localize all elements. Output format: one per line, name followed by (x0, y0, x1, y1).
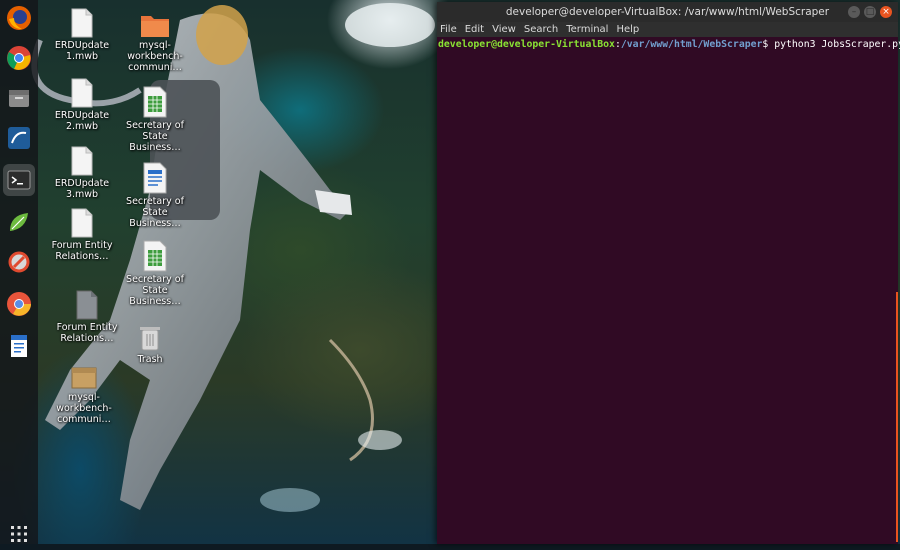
prompt-symbol: $ (762, 39, 775, 50)
menu-edit[interactable]: Edit (465, 22, 484, 37)
minimize-button[interactable]: – (848, 6, 860, 18)
spreadsheet-icon (143, 86, 167, 118)
desktop-file-icon[interactable]: Forum Entity Relations… (49, 208, 115, 262)
spreadsheet-icon (143, 240, 167, 272)
desktop-icon-label: mysql-workbench-communi… (56, 392, 112, 425)
desktop-file-icon[interactable]: mysql-workbench-communi… (51, 364, 117, 425)
writer-icon[interactable] (3, 330, 35, 362)
package-icon (71, 367, 97, 389)
ubuntu-dock (0, 0, 38, 544)
window-title: developer@developer-VirtualBox: /var/www… (505, 6, 830, 18)
menu-terminal[interactable]: Terminal (566, 22, 608, 37)
menu-search[interactable]: Search (524, 22, 558, 37)
desktop-icon-label: ERDUpdate 1.mwb (54, 40, 110, 62)
folder-icon (141, 16, 169, 37)
desktop-file-icon[interactable]: ERDUpdate 1.mwb (49, 8, 115, 62)
desktop-file-icon[interactable]: Secretary of State Business… (122, 240, 188, 307)
terminal-window[interactable]: developer@developer-VirtualBox: /var/www… (437, 2, 900, 544)
text-document-icon (143, 162, 167, 194)
mysql-workbench-icon[interactable] (3, 122, 35, 154)
files-icon[interactable] (3, 82, 35, 114)
firefox-icon[interactable] (3, 2, 35, 34)
desktop-trash-icon[interactable]: Trash (117, 324, 183, 365)
show-applications-icon[interactable] (3, 518, 35, 550)
trash-icon (140, 327, 160, 351)
terminal-output[interactable]: developer@developer-VirtualBox:/var/www/… (437, 37, 900, 544)
desktop-icon-label: Secretary of State Business… (126, 120, 184, 153)
terminal-menubar: File Edit View Search Terminal Help (437, 22, 898, 37)
window-controls: – □ × (848, 6, 892, 18)
desktop-icon-label: Forum Entity Relations… (51, 240, 113, 262)
desktop-icon-label: Forum Entity Relations… (56, 322, 118, 344)
desktop-file-icon[interactable]: ERDUpdate 2.mwb (49, 78, 115, 132)
desktop-icon-label: ERDUpdate 2.mwb (54, 110, 110, 132)
maximize-button[interactable]: □ (864, 6, 876, 18)
menu-file[interactable]: File (440, 22, 457, 37)
menu-help[interactable]: Help (616, 22, 639, 37)
chromium-icon[interactable] (3, 288, 35, 320)
menu-view[interactable]: View (492, 22, 516, 37)
desktop-icon-label: Secretary of State Business… (126, 274, 184, 307)
close-button[interactable]: × (880, 6, 892, 18)
document-icon (71, 8, 93, 38)
chrome-icon[interactable] (3, 42, 35, 74)
document-icon (71, 78, 93, 108)
desktop-file-icon[interactable]: Secretary of State Business… (122, 86, 188, 153)
scrollbar-edge[interactable] (896, 292, 898, 542)
desktop-file-icon[interactable]: ERDUpdate 3.mwb (49, 146, 115, 200)
command-text: python3 JobsScraper.py (774, 39, 900, 50)
desktop-icon-label: mysql-workbench-communi… (127, 40, 183, 73)
document-icon (71, 208, 93, 238)
settings-tools-icon[interactable] (3, 246, 35, 278)
notes-icon[interactable] (3, 206, 35, 238)
desktop-file-icon[interactable]: Secretary of State Business… (122, 162, 188, 229)
desktop-file-icon[interactable]: Forum Entity Relations… (54, 290, 120, 344)
desktop-icon-label: ERDUpdate 3.mwb (54, 178, 110, 200)
terminal-icon[interactable] (3, 164, 35, 196)
desktop-icon-label: Secretary of State Business… (126, 196, 184, 229)
desktop-folder-icon[interactable]: mysql-workbench-communi… (122, 12, 188, 73)
document-icon (71, 146, 93, 176)
window-titlebar[interactable]: developer@developer-VirtualBox: /var/www… (437, 2, 898, 22)
desktop-icon-label: Trash (137, 354, 163, 365)
prompt-user: developer@developer-VirtualBox (438, 39, 615, 50)
prompt-path: /var/www/html/WebScraper (620, 39, 763, 50)
image-file-icon (76, 290, 98, 320)
